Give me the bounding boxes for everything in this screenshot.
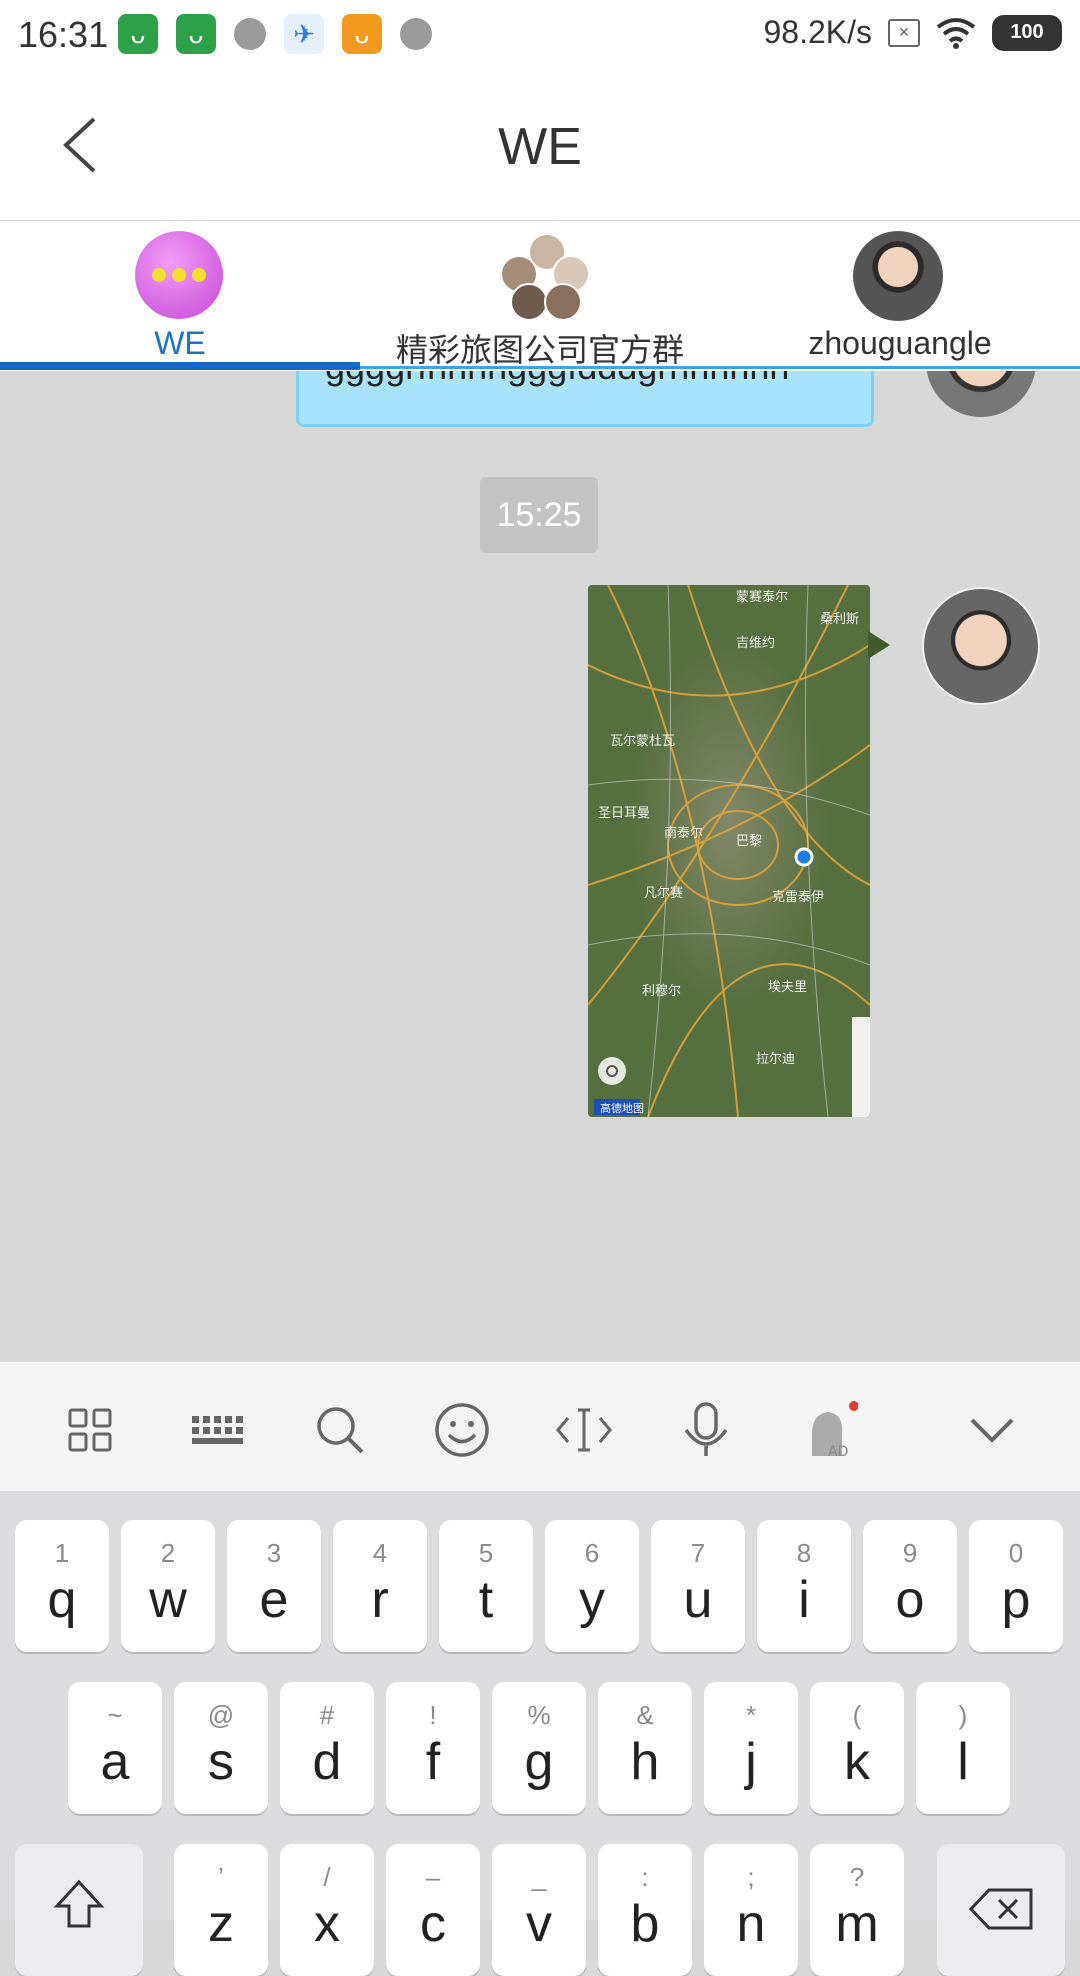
key-z[interactable]: ’ z bbox=[174, 1844, 268, 1976]
key-n[interactable]: ; n bbox=[704, 1844, 798, 1976]
map-label: 拉尔迪 bbox=[756, 1052, 795, 1067]
network-speed: 98.2K/s bbox=[763, 14, 872, 50]
plane-app-icon: ✈ bbox=[284, 14, 324, 54]
group-avatar bbox=[500, 233, 590, 321]
sim-off-icon: × bbox=[888, 18, 920, 47]
avatar[interactable] bbox=[926, 371, 1036, 417]
map-label: 桑利斯 bbox=[820, 612, 859, 627]
wifi-icon bbox=[936, 17, 976, 49]
map-label: 利穆尔 bbox=[642, 984, 681, 999]
keyboard: 1q 2w 3e 4r 5t 6y 7u 8i 9o 0p ~ a @ s # d !… bbox=[0, 1491, 1080, 1976]
map-label: 瓦尔蒙杜瓦 bbox=[610, 734, 675, 749]
emoji-icon[interactable] bbox=[432, 1400, 492, 1460]
key-s[interactable]: @ s bbox=[174, 1682, 268, 1814]
backspace-key[interactable] bbox=[937, 1844, 1065, 1976]
zoom-control bbox=[852, 1017, 870, 1117]
smile-app-icon: ᴗ bbox=[342, 14, 382, 54]
key-g[interactable]: % g bbox=[492, 1682, 586, 1814]
timestamp-badge: 15:25 bbox=[480, 477, 598, 553]
map-label: 蒙赛泰尔 bbox=[736, 589, 788, 605]
map-label: 南泰尔 bbox=[664, 825, 703, 841]
key-c[interactable]: – c bbox=[386, 1844, 480, 1976]
tab-label: WE bbox=[154, 325, 206, 361]
circle-app-icon bbox=[234, 18, 266, 50]
map-message[interactable]: 蒙赛泰尔 吉维约 桑利斯 瓦尔蒙杜瓦 巴黎 南泰尔 凡尔赛 克雷泰伊 埃夫里 拉… bbox=[588, 585, 870, 1117]
microphone-icon[interactable] bbox=[676, 1400, 736, 1460]
key-y[interactable]: 6y bbox=[545, 1520, 639, 1652]
backspace-icon bbox=[968, 1888, 1033, 1930]
shop-app-icon: ᴗ bbox=[176, 14, 216, 54]
key-t[interactable]: 5t bbox=[439, 1520, 533, 1652]
key-r[interactable]: 4r bbox=[333, 1520, 427, 1652]
chat-header: WE bbox=[0, 75, 1080, 221]
key-m[interactable]: ? m bbox=[810, 1844, 904, 1976]
key-p[interactable]: 0p bbox=[969, 1520, 1063, 1652]
key-a[interactable]: ~ a bbox=[68, 1682, 162, 1814]
conversation-tabs: WE 精彩旅图公司官方群 zhouguangle bbox=[0, 221, 1080, 371]
shift-arrow-icon bbox=[53, 1879, 105, 1928]
shop-app-icon: ᴗ bbox=[118, 14, 158, 54]
map-label: 埃夫里 bbox=[768, 980, 807, 995]
key-o[interactable]: 9o bbox=[863, 1520, 957, 1652]
page-title: WE bbox=[498, 118, 582, 176]
cursor-icon[interactable] bbox=[554, 1400, 614, 1460]
key-b[interactable]: :b bbox=[598, 1844, 692, 1976]
key-j[interactable]: * j bbox=[704, 1682, 798, 1814]
bubble-tail bbox=[868, 631, 890, 659]
location-pin-icon bbox=[794, 847, 814, 867]
circle-app-icon bbox=[400, 18, 432, 50]
we-avatar bbox=[135, 231, 223, 319]
map-label: 凡尔赛 bbox=[644, 885, 683, 901]
map-label: 巴黎 bbox=[736, 834, 762, 849]
map-label: 圣日耳曼 bbox=[598, 806, 650, 821]
message-text: ggggrfhhhhgggfdddgrhhhhhh bbox=[325, 371, 789, 388]
key-w[interactable]: 2w bbox=[121, 1520, 215, 1652]
tab-group[interactable]: 精彩旅图公司官方群 bbox=[360, 221, 720, 371]
search-icon[interactable] bbox=[310, 1400, 370, 1460]
key-q[interactable]: 1q bbox=[15, 1520, 109, 1652]
locate-icon bbox=[598, 1057, 626, 1085]
map-image: 蒙赛泰尔 吉维约 桑利斯 瓦尔蒙杜瓦 巴黎 南泰尔 凡尔赛 克雷泰伊 埃夫里 拉… bbox=[588, 585, 870, 1117]
battery-icon: 100 bbox=[992, 14, 1062, 51]
ad-avatar-icon[interactable]: AD bbox=[798, 1400, 858, 1460]
status-time: 16:31 bbox=[18, 14, 109, 55]
key-u[interactable]: 7u bbox=[651, 1520, 745, 1652]
tab-underline bbox=[360, 366, 1080, 369]
shift-key[interactable] bbox=[15, 1844, 143, 1976]
status-bar: 16:31 ᴗ ᴗ ✈ ᴗ 98.2K/s × 100 bbox=[0, 0, 1080, 75]
message-bubble[interactable]: ggggrfhhhhgggfdddgrhhhhhh bbox=[296, 371, 874, 427]
keyboard-icon[interactable] bbox=[188, 1400, 248, 1460]
keyboard-toolbar: AD bbox=[0, 1361, 1080, 1492]
tab-zhouguangle[interactable]: zhouguangle bbox=[720, 221, 1080, 371]
map-label: 吉维约 bbox=[736, 636, 775, 651]
avatar bbox=[853, 231, 943, 321]
map-watermark: 高德地图 bbox=[600, 1101, 644, 1115]
chevron-down-icon[interactable] bbox=[962, 1400, 1022, 1460]
key-e[interactable]: 3e bbox=[227, 1520, 321, 1652]
active-tab-indicator bbox=[0, 362, 360, 370]
map-label: 克雷泰伊 bbox=[772, 890, 824, 905]
key-h[interactable]: & h bbox=[598, 1682, 692, 1814]
key-d[interactable]: # d bbox=[280, 1682, 374, 1814]
key-v[interactable]: _ v bbox=[492, 1844, 586, 1976]
avatar[interactable] bbox=[922, 587, 1040, 705]
status-app-icons: ᴗ ᴗ ✈ ᴗ bbox=[118, 14, 432, 54]
tab-label: zhouguangle bbox=[808, 325, 992, 361]
svg-text:AD: AD bbox=[828, 1444, 848, 1460]
key-x[interactable]: / x bbox=[280, 1844, 374, 1976]
chat-messages[interactable]: ggggrfhhhhgggfdddgrhhhhhh 15:25 bbox=[0, 371, 1080, 1361]
status-right: 98.2K/s × 100 bbox=[763, 14, 1062, 51]
key-k[interactable]: (k bbox=[810, 1682, 904, 1814]
grid-icon[interactable] bbox=[60, 1400, 120, 1460]
tab-label: 精彩旅图公司官方群 bbox=[395, 332, 684, 368]
tab-we[interactable]: WE bbox=[0, 221, 360, 371]
key-f[interactable]: ! f bbox=[386, 1682, 480, 1814]
key-l[interactable]: ) l bbox=[916, 1682, 1010, 1814]
key-i[interactable]: 8i bbox=[757, 1520, 851, 1652]
